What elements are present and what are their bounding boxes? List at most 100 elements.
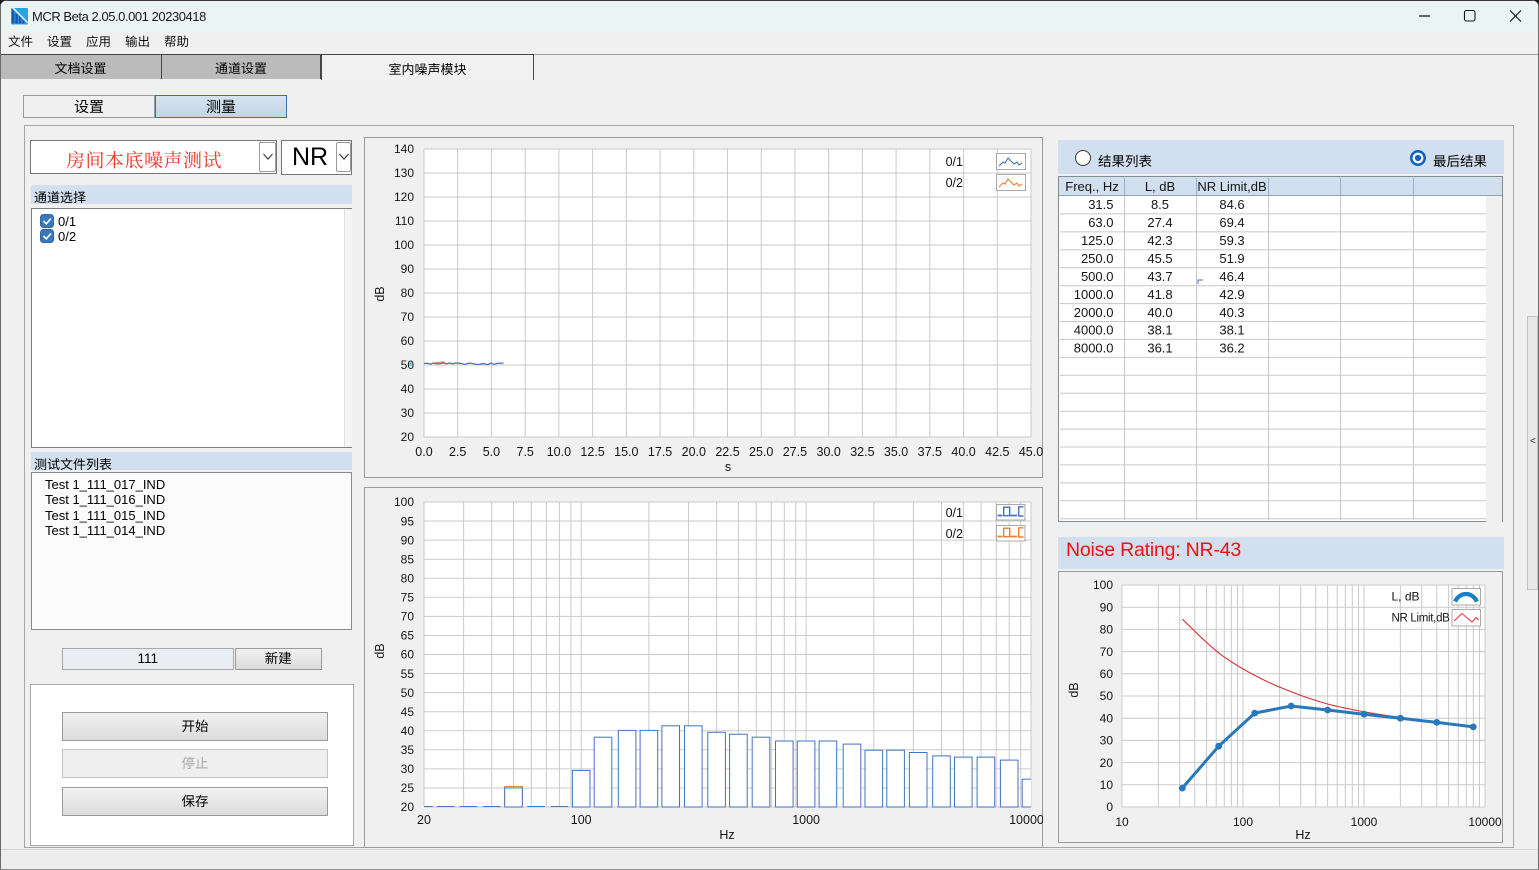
svg-text:100: 100: [1093, 578, 1113, 592]
svg-text:90: 90: [401, 533, 415, 547]
svg-text:50: 50: [401, 686, 415, 700]
svg-text:1000.0: 1000.0: [1074, 287, 1114, 302]
svg-text:37.5: 37.5: [918, 445, 942, 459]
svg-text:0/2: 0/2: [946, 176, 963, 190]
svg-text:85: 85: [401, 552, 415, 566]
svg-text:s: s: [725, 460, 731, 474]
svg-text:45.0: 45.0: [1019, 445, 1043, 459]
svg-text:NR Limit,dB: NR Limit,dB: [1392, 613, 1451, 625]
svg-text:L, dB: L, dB: [1392, 590, 1420, 604]
svg-text:2.5: 2.5: [449, 445, 466, 459]
svg-text:10: 10: [1100, 778, 1114, 792]
svg-text:55: 55: [401, 667, 415, 681]
svg-text:60: 60: [1100, 667, 1114, 681]
svg-text:35: 35: [401, 743, 415, 757]
svg-text:15.0: 15.0: [614, 445, 638, 459]
svg-text:4000.0: 4000.0: [1074, 323, 1114, 338]
svg-text:42.5: 42.5: [985, 445, 1009, 459]
svg-text:100: 100: [571, 813, 592, 827]
svg-text:51.9: 51.9: [1219, 251, 1244, 266]
svg-text:1000: 1000: [1351, 815, 1378, 829]
svg-text:NR Limit,dB: NR Limit,dB: [1197, 179, 1266, 194]
svg-text:dB: dB: [373, 286, 387, 301]
svg-text:0/1: 0/1: [946, 155, 963, 169]
svg-text:80: 80: [401, 572, 415, 586]
svg-text:27.5: 27.5: [783, 445, 807, 459]
svg-text:40: 40: [1100, 711, 1114, 725]
svg-text:95: 95: [401, 514, 415, 528]
svg-text:59.3: 59.3: [1219, 233, 1244, 248]
svg-text:40: 40: [401, 724, 415, 738]
svg-text:140: 140: [394, 142, 414, 156]
svg-text:120: 120: [394, 190, 414, 204]
svg-text:100: 100: [394, 238, 414, 252]
svg-text:250.0: 250.0: [1081, 251, 1114, 266]
svg-text:22.5: 22.5: [715, 445, 739, 459]
svg-text:Freq., Hz: Freq., Hz: [1065, 179, 1118, 194]
svg-text:25: 25: [401, 781, 415, 795]
svg-text:100: 100: [1233, 815, 1253, 829]
svg-text:20: 20: [1100, 756, 1114, 770]
svg-text:46.4: 46.4: [1219, 269, 1244, 284]
svg-text:1000: 1000: [792, 813, 820, 827]
svg-text:65: 65: [401, 629, 415, 643]
svg-text:130: 130: [394, 166, 414, 180]
svg-text:30: 30: [401, 406, 415, 420]
svg-text:10.0: 10.0: [547, 445, 571, 459]
svg-text:40.3: 40.3: [1219, 305, 1244, 320]
svg-text:38.1: 38.1: [1147, 323, 1172, 338]
svg-text:2000.0: 2000.0: [1074, 305, 1114, 320]
svg-text:10000: 10000: [1009, 813, 1043, 827]
svg-text:32.5: 32.5: [850, 445, 874, 459]
svg-text:70: 70: [401, 310, 415, 324]
svg-text:80: 80: [1100, 623, 1114, 637]
svg-text:12.5: 12.5: [580, 445, 604, 459]
svg-text:80: 80: [401, 286, 415, 300]
svg-text:10000: 10000: [1468, 815, 1502, 829]
svg-text:70: 70: [1100, 645, 1114, 659]
svg-text:30: 30: [401, 762, 415, 776]
svg-text:75: 75: [401, 591, 415, 605]
svg-text:Hz: Hz: [1295, 828, 1310, 842]
svg-text:41.8: 41.8: [1147, 287, 1172, 302]
svg-text:8000.0: 8000.0: [1074, 341, 1114, 356]
svg-text:5.0: 5.0: [483, 445, 500, 459]
svg-text:0.0: 0.0: [415, 445, 432, 459]
svg-text:60: 60: [401, 648, 415, 662]
svg-text:36.2: 36.2: [1219, 341, 1244, 356]
svg-text:L, dB: L, dB: [1145, 179, 1175, 194]
svg-text:30: 30: [1100, 734, 1114, 748]
svg-text:38.1: 38.1: [1219, 323, 1244, 338]
svg-text:43.7: 43.7: [1147, 269, 1172, 284]
svg-text:110: 110: [395, 214, 414, 228]
svg-text:125.0: 125.0: [1081, 233, 1114, 248]
svg-text:40.0: 40.0: [951, 445, 975, 459]
svg-text:40: 40: [401, 382, 415, 396]
svg-text:20.0: 20.0: [682, 445, 706, 459]
svg-text:63.0: 63.0: [1088, 215, 1113, 230]
svg-text:dB: dB: [1067, 682, 1081, 697]
svg-text:20: 20: [401, 800, 415, 814]
svg-text:20: 20: [417, 813, 431, 827]
svg-text:100: 100: [394, 495, 414, 509]
svg-text:45.5: 45.5: [1147, 251, 1172, 266]
svg-text:36.1: 36.1: [1147, 341, 1172, 356]
svg-text:500.0: 500.0: [1081, 269, 1114, 284]
svg-text:40.0: 40.0: [1147, 305, 1172, 320]
svg-text:0/1: 0/1: [946, 506, 963, 520]
svg-text:Hz: Hz: [719, 828, 734, 842]
svg-text:42.9: 42.9: [1219, 287, 1244, 302]
svg-text:27.4: 27.4: [1147, 215, 1172, 230]
svg-text:dB: dB: [373, 643, 387, 658]
svg-text:10: 10: [1115, 815, 1129, 829]
svg-text:69.4: 69.4: [1219, 215, 1244, 230]
svg-text:90: 90: [1100, 600, 1114, 614]
svg-text:31.5: 31.5: [1088, 197, 1113, 212]
svg-text:30.0: 30.0: [817, 445, 841, 459]
svg-text:7.5: 7.5: [517, 445, 534, 459]
svg-text:0: 0: [1106, 800, 1113, 814]
svg-text:50: 50: [401, 358, 415, 372]
svg-text:0/2: 0/2: [946, 527, 963, 541]
svg-text:8.5: 8.5: [1151, 197, 1169, 212]
svg-text:20: 20: [401, 430, 415, 444]
